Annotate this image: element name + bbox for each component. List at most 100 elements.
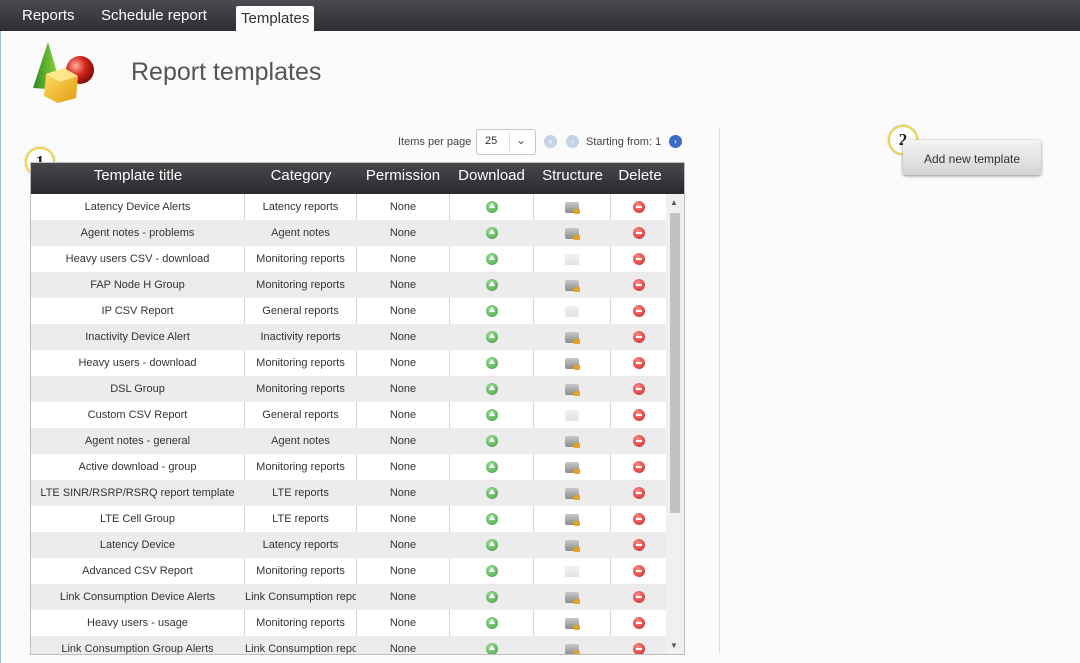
download-icon[interactable] xyxy=(485,565,498,578)
prev-page-icon[interactable]: ‹ xyxy=(566,135,579,148)
table-scrollbar[interactable]: ▲ ▼ xyxy=(666,194,684,654)
structure-icon[interactable] xyxy=(565,331,580,344)
delete-icon[interactable] xyxy=(632,383,645,396)
next-page-icon[interactable]: › xyxy=(669,135,682,148)
cell-template-title: Latency Device xyxy=(99,539,176,551)
cell-download xyxy=(450,454,533,480)
items-per-page-select[interactable]: 25 ⌄ xyxy=(476,129,536,155)
download-icon[interactable] xyxy=(485,617,498,630)
delete-icon[interactable] xyxy=(632,461,645,474)
cell-category: Link Consumption reports xyxy=(245,643,356,655)
cell-structure xyxy=(534,272,610,298)
cell-structure xyxy=(534,350,610,376)
delete-icon[interactable] xyxy=(632,331,645,344)
tab-reports[interactable]: Reports xyxy=(22,0,75,31)
delete-icon[interactable] xyxy=(632,305,645,318)
delete-icon[interactable] xyxy=(632,279,645,292)
download-icon[interactable] xyxy=(485,435,498,448)
download-icon[interactable] xyxy=(485,539,498,552)
structure-icon[interactable] xyxy=(565,617,580,630)
structure-icon[interactable] xyxy=(565,201,580,214)
delete-icon[interactable] xyxy=(632,409,645,422)
download-icon[interactable] xyxy=(485,513,498,526)
cell-download xyxy=(450,558,533,584)
download-icon[interactable] xyxy=(485,331,498,344)
delete-icon[interactable] xyxy=(632,565,645,578)
delete-icon[interactable] xyxy=(632,539,645,552)
delete-icon[interactable] xyxy=(632,253,645,266)
structure-icon[interactable] xyxy=(565,227,580,240)
delete-icon[interactable] xyxy=(632,435,645,448)
scrollbar-thumb[interactable] xyxy=(670,213,680,513)
starting-from-label: Starting from: 1 xyxy=(586,136,662,148)
cell-permission: None xyxy=(389,201,417,213)
download-icon[interactable] xyxy=(485,357,498,370)
download-icon[interactable] xyxy=(485,253,498,266)
cell-permission: None xyxy=(389,617,417,629)
structure-icon[interactable] xyxy=(565,435,580,448)
delete-icon[interactable] xyxy=(632,513,645,526)
cell-download xyxy=(450,428,533,454)
scroll-up-icon[interactable]: ▲ xyxy=(670,198,678,207)
delete-icon[interactable] xyxy=(632,617,645,630)
cell-download xyxy=(450,194,533,220)
cell-category: LTE reports xyxy=(272,513,329,525)
tab-schedule-report[interactable]: Schedule report xyxy=(101,0,207,31)
col-delete: Delete xyxy=(618,167,662,184)
download-icon[interactable] xyxy=(485,591,498,604)
cell-permission: None xyxy=(389,383,417,395)
table-row: LTE SINR/RSRP/RSRQ report template LTE re… xyxy=(31,480,666,506)
structure-icon xyxy=(565,565,579,577)
download-icon[interactable] xyxy=(485,487,498,500)
download-icon[interactable] xyxy=(485,279,498,292)
add-new-template-button[interactable]: Add new template xyxy=(903,140,1041,175)
cell-template-title: Agent notes - general xyxy=(84,435,191,447)
cell-template-title: Active download - group xyxy=(78,461,197,473)
structure-icon[interactable] xyxy=(565,357,580,370)
cell-template-title: LTE Cell Group xyxy=(100,513,175,525)
cell-category: Agent notes xyxy=(271,227,330,239)
download-icon[interactable] xyxy=(485,409,498,422)
cell-permission: None xyxy=(389,461,417,473)
download-icon[interactable] xyxy=(485,201,498,214)
structure-icon[interactable] xyxy=(565,383,580,396)
download-icon[interactable] xyxy=(485,227,498,240)
cell-category: General reports xyxy=(262,305,339,317)
download-icon[interactable] xyxy=(485,305,498,318)
cell-category: Monitoring reports xyxy=(256,565,345,577)
table-row: Inactivity Device Alert Inactivity report… xyxy=(31,324,666,350)
structure-icon[interactable] xyxy=(565,461,580,474)
delete-icon[interactable] xyxy=(632,591,645,604)
structure-icon[interactable] xyxy=(565,539,580,552)
structure-icon[interactable] xyxy=(565,513,580,526)
first-page-icon[interactable]: « xyxy=(544,135,557,148)
table-row: Heavy users - download Monitoring reports… xyxy=(31,350,666,376)
col-permission[interactable]: Permission xyxy=(357,163,449,194)
table-row: Active download - group Monitoring report… xyxy=(31,454,666,480)
templates-table: Template title Category Permission Downl… xyxy=(30,162,685,655)
delete-icon[interactable] xyxy=(632,227,645,240)
tab-templates[interactable]: Templates xyxy=(236,6,315,31)
download-icon[interactable] xyxy=(485,643,498,654)
col-category[interactable]: Category xyxy=(245,163,357,194)
delete-icon[interactable] xyxy=(632,357,645,370)
cell-template-title: Agent notes - problems xyxy=(80,227,195,239)
col-template-title[interactable]: Template title xyxy=(31,163,245,194)
download-icon[interactable] xyxy=(485,383,498,396)
download-icon[interactable] xyxy=(485,461,498,474)
structure-icon[interactable] xyxy=(565,279,580,292)
cell-template-title: Advanced CSV Report xyxy=(82,565,193,577)
cell-permission: None xyxy=(389,565,417,577)
structure-icon[interactable] xyxy=(565,643,580,654)
cell-delete xyxy=(611,506,666,532)
delete-icon[interactable] xyxy=(632,201,645,214)
cell-category: General reports xyxy=(262,409,339,421)
cell-template-title: Heavy users CSV - download xyxy=(65,253,210,265)
scroll-down-icon[interactable]: ▼ xyxy=(670,641,678,650)
cell-template-title: Inactivity Device Alert xyxy=(85,331,190,343)
delete-icon[interactable] xyxy=(632,643,645,654)
cell-delete xyxy=(611,298,666,324)
structure-icon[interactable] xyxy=(565,487,580,500)
structure-icon[interactable] xyxy=(565,591,580,604)
delete-icon[interactable] xyxy=(632,487,645,500)
